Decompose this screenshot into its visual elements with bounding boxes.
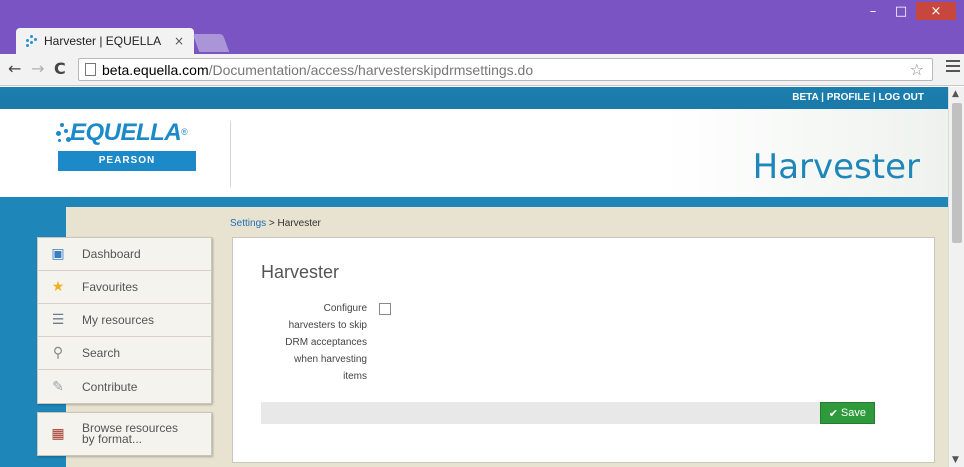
banner-title: Harvester — [752, 147, 920, 187]
logo-text: EQUELLA — [70, 119, 182, 146]
sidebar-item-label: Dashboard — [82, 247, 141, 261]
browser-titlebar: – □ × Harvester | EQUELLA × — [0, 0, 964, 54]
browser-tab[interactable]: Harvester | EQUELLA × — [16, 28, 194, 54]
sidebar-item-label: My resources — [82, 313, 155, 327]
dashboard-icon: ▣ — [51, 246, 65, 262]
new-tab-button[interactable] — [192, 34, 230, 52]
chrome-menu-icon[interactable] — [946, 60, 960, 75]
save-bar: ✔ Save — [261, 402, 875, 424]
sidebar-item-label: Browse resources by format... — [82, 421, 179, 446]
beta-link[interactable]: BETA — [792, 92, 818, 103]
bookmark-star-icon[interactable]: ☆ — [910, 60, 924, 79]
scrollbar-thumb[interactable] — [952, 103, 962, 243]
checkmark-icon: ✔ — [828, 406, 838, 420]
logout-link[interactable]: LOG OUT — [878, 92, 924, 103]
page-viewport: BETA | PROFILE | LOG OUT EQUELLA® PEARSO… — [0, 87, 948, 467]
sidebar-menu: ▣ Dashboard ★ Favourites ☰ My resources … — [37, 237, 212, 404]
sidebar-item-dashboard[interactable]: ▣ Dashboard — [38, 238, 211, 271]
logo-pearson: PEARSON — [58, 151, 196, 171]
sidebar-item-contribute[interactable]: ✎ Contribute — [38, 370, 211, 403]
sidebar-item-label: Search — [82, 346, 121, 360]
top-link-bar: BETA | PROFILE | LOG OUT — [0, 87, 948, 109]
page-title: Harvester — [261, 262, 340, 282]
page-scrollbar[interactable]: ▲ ▼ — [948, 87, 964, 467]
profile-link[interactable]: PROFILE — [827, 92, 870, 103]
close-window-button[interactable]: × — [916, 2, 956, 20]
sidebar-item-favourites[interactable]: ★ Favourites — [38, 271, 211, 304]
archive-icon: ▦ — [51, 426, 65, 442]
reload-button[interactable]: C — [54, 60, 66, 78]
save-label: Save — [840, 407, 866, 419]
url-path: /Documentation/access/harvesterskipdrmse… — [208, 61, 534, 78]
back-button[interactable]: ← — [8, 60, 21, 78]
address-bar[interactable]: beta.equella.com /Documentation/access/h… — [78, 58, 933, 81]
window-controls: – □ × — [860, 2, 956, 20]
breadcrumb: Settings > Harvester — [230, 218, 321, 229]
user-links: BETA | PROFILE | LOG OUT — [792, 92, 924, 103]
banner-divider — [230, 121, 231, 187]
logo-dots-icon — [54, 119, 74, 149]
settings-panel: Harvester Configure harvesters to skip D… — [232, 237, 935, 463]
breadcrumb-current: Harvester — [277, 218, 321, 229]
tab-title: Harvester | EQUELLA — [44, 34, 162, 48]
url-host: beta.equella.com — [102, 61, 209, 78]
sidebar-browse-group: ▦ Browse resources by format... — [37, 412, 212, 456]
maximize-button[interactable]: □ — [888, 2, 914, 20]
browser-toolbar: ← → C beta.equella.com /Documentation/ac… — [0, 54, 964, 86]
page-icon — [85, 63, 96, 76]
sidebar-item-label: Contribute — [82, 379, 138, 394]
page-banner: EQUELLA® PEARSON Harvester — [0, 109, 948, 197]
breadcrumb-settings-link[interactable]: Settings — [230, 218, 266, 229]
star-icon: ★ — [51, 279, 65, 295]
search-icon: ⚲ — [52, 345, 64, 361]
save-button[interactable]: ✔ Save — [819, 402, 875, 424]
database-icon: ☰ — [51, 312, 65, 328]
sidebar-item-search[interactable]: ⚲ Search — [38, 337, 211, 370]
sidebar-item-browse-by-format[interactable]: ▦ Browse resources by format... — [38, 413, 211, 455]
skip-drm-label: Configure harvesters to skip DRM accepta… — [285, 303, 367, 382]
scroll-down-icon[interactable]: ▼ — [952, 455, 959, 465]
minimize-button[interactable]: – — [860, 2, 886, 20]
contribute-icon: ✎ — [52, 378, 64, 395]
sidebar: ▣ Dashboard ★ Favourites ☰ My resources … — [37, 237, 212, 456]
sidebar-item-label: Favourites — [82, 280, 139, 294]
sidebar-item-my-resources[interactable]: ☰ My resources — [38, 304, 211, 337]
scroll-up-icon[interactable]: ▲ — [952, 89, 959, 99]
equella-favicon-icon — [26, 35, 38, 47]
forward-button[interactable]: → — [31, 60, 44, 78]
tab-close-icon[interactable]: × — [174, 34, 184, 48]
equella-logo[interactable]: EQUELLA® PEARSON — [56, 119, 196, 171]
skip-drm-checkbox[interactable] — [379, 303, 391, 315]
